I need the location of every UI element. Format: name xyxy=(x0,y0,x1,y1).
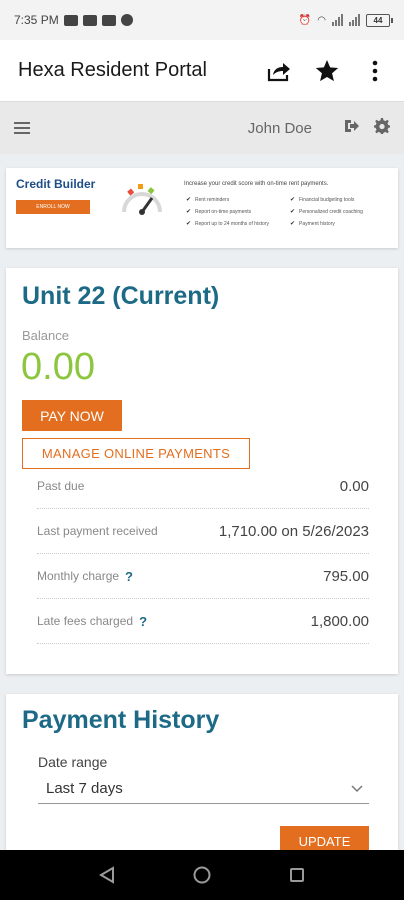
back-icon[interactable] xyxy=(92,860,122,890)
summary-row-past-due: Past due 0.00 xyxy=(37,464,369,509)
credit-builder-title: Credit Builder xyxy=(16,177,96,191)
home-icon[interactable] xyxy=(187,860,217,890)
payment-history-title: Payment History xyxy=(22,706,220,734)
date-range-label: Date range xyxy=(38,754,108,770)
row-label-text: Late fees charged xyxy=(37,614,134,628)
feature-label: Financial budgeting tools xyxy=(299,196,355,203)
check-icon: ✔ xyxy=(186,221,192,227)
enroll-now-button[interactable]: ENROLL NOW xyxy=(16,200,90,214)
feature-item: ✔ Report on-time payments xyxy=(186,208,290,216)
check-icon: ✔ xyxy=(186,209,192,215)
summary-row-monthly-charge: Monthly charge? 795.00 xyxy=(37,554,369,599)
feature-label: Personalized credit coaching xyxy=(299,208,363,215)
wifi-icon: ◠ xyxy=(317,14,326,26)
check-icon: ✔ xyxy=(290,209,296,215)
feature-label: Report up to 24 months of history xyxy=(195,220,269,227)
row-label-text: Monthly charge xyxy=(37,569,120,583)
app-bar-actions xyxy=(266,58,388,84)
feature-label: Payment history xyxy=(299,220,335,227)
status-bar: 7:35 PM ⏰ ◠ 44 xyxy=(0,0,404,40)
row-label-text: Last payment received xyxy=(37,524,158,538)
app-notification-icon xyxy=(120,14,133,26)
summary-row-last-payment: Last payment received 1,710.00 on 5/26/2… xyxy=(37,509,369,554)
balance-value: 0.00 xyxy=(21,346,95,388)
gear-icon[interactable] xyxy=(374,117,390,139)
credit-builder-headline: Increase your credit score with on-time … xyxy=(184,181,329,187)
logout-icon[interactable] xyxy=(344,119,360,138)
feature-label: Rent reminders xyxy=(195,196,230,203)
unit-card: Unit 22 (Current) Balance 0.00 PAY NOW M… xyxy=(6,268,398,674)
row-value: 1,800.00 xyxy=(310,612,369,630)
status-right: ⏰ ◠ 44 xyxy=(298,13,393,27)
row-label-text: Past due xyxy=(37,479,85,493)
youtube-notification-icon xyxy=(82,14,97,26)
feature-item: ✔ Report up to 24 months of history xyxy=(186,220,290,228)
status-left: 7:35 PM xyxy=(14,13,133,27)
more-vert-icon[interactable] xyxy=(362,58,388,84)
status-time: 7:35 PM xyxy=(14,13,59,27)
account-summary: Past due 0.00 Last payment received 1,71… xyxy=(37,464,369,644)
row-value: 1,710.00 on 5/26/2023 xyxy=(218,522,369,540)
payment-history-card: Payment History Date range Last 7 days U… xyxy=(6,694,398,874)
app-title: Hexa Resident Portal xyxy=(18,59,207,81)
chevron-down-icon xyxy=(351,782,363,796)
user-bar: John Doe xyxy=(0,102,404,154)
unit-title: Unit 22 (Current) xyxy=(22,282,220,310)
row-label: Last payment received xyxy=(37,524,158,538)
feature-item: ✔ Personalized credit coaching xyxy=(290,208,394,216)
menu-icon[interactable] xyxy=(14,122,30,134)
feature-item: ✔ Payment history xyxy=(290,220,394,228)
row-label: Late fees charged? xyxy=(37,614,147,629)
date-range-value: Last 7 days xyxy=(46,780,123,797)
feature-item: ✔ Financial budgeting tools xyxy=(290,196,394,204)
youtube-notification-icon-2 xyxy=(101,14,116,26)
gallery-notification-icon xyxy=(63,14,78,26)
row-value: 795.00 xyxy=(323,567,369,585)
credit-builder-features: ✔ Rent reminders ✔ Financial budgeting too… xyxy=(186,196,394,228)
check-icon: ✔ xyxy=(290,221,296,227)
signal-icon-2 xyxy=(349,14,360,26)
credit-builder-banner[interactable]: Credit Builder ENROLL NOW Increase your … xyxy=(6,168,398,248)
pay-now-button[interactable]: PAY NOW xyxy=(22,400,122,431)
check-icon: ✔ xyxy=(290,197,296,203)
row-label: Past due xyxy=(37,479,84,493)
feature-item: ✔ Rent reminders xyxy=(186,196,290,204)
share-icon[interactable] xyxy=(266,58,292,84)
app-bar: Hexa Resident Portal xyxy=(0,40,404,102)
row-label: Monthly charge? xyxy=(37,569,133,584)
recents-icon[interactable] xyxy=(282,860,312,890)
check-icon: ✔ xyxy=(186,197,192,203)
row-value: 0.00 xyxy=(339,477,369,495)
credit-gauge-icon xyxy=(122,184,162,215)
system-nav-bar xyxy=(0,850,404,900)
summary-row-late-fees: Late fees charged? 1,800.00 xyxy=(37,599,369,644)
signal-icon xyxy=(332,14,343,26)
date-range-select[interactable]: Last 7 days xyxy=(38,774,369,804)
feature-label: Report on-time payments xyxy=(195,208,252,215)
user-name[interactable]: John Doe xyxy=(248,120,312,137)
battery-icon: 44 xyxy=(366,13,393,27)
battery-level: 44 xyxy=(373,15,383,25)
help-icon[interactable]: ? xyxy=(125,569,133,584)
alarm-icon: ⏰ xyxy=(298,14,312,26)
help-icon[interactable]: ? xyxy=(139,614,147,629)
star-icon[interactable] xyxy=(314,58,340,84)
balance-label: Balance xyxy=(22,328,69,343)
